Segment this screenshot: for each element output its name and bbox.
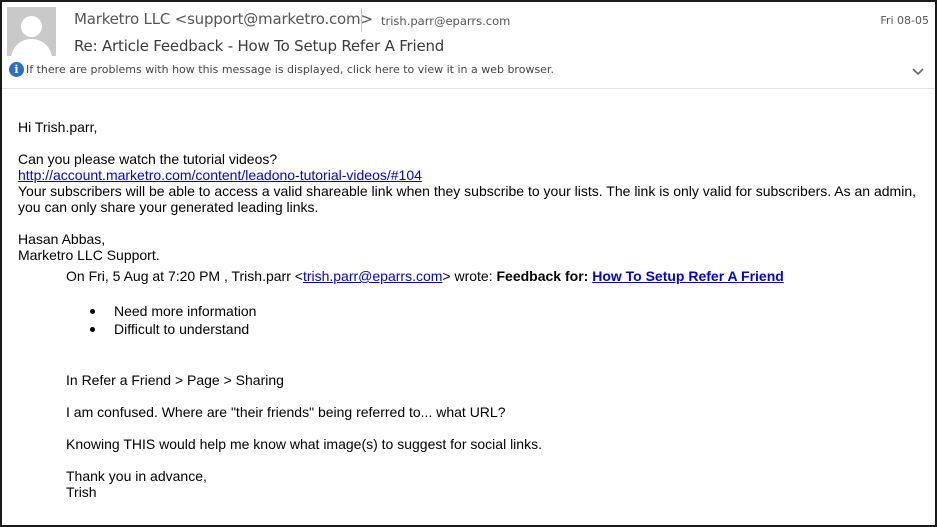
feedback-bullet-list: Need more information Difficult to under… — [66, 302, 916, 338]
avatar-head-shape — [21, 16, 42, 37]
location-text: In Refer a Friend > Page > Sharing — [66, 372, 284, 388]
list-item: Need more information — [66, 302, 916, 320]
confusion-text: I am confused. Where are "their friends"… — [66, 404, 506, 420]
question-line: Can you please watch the tutorial videos… — [18, 151, 278, 167]
signature-company: Marketro LLC Support. — [18, 247, 160, 263]
header-divider — [361, 8, 362, 32]
info-icon: i — [9, 62, 24, 77]
avatar-body-shape — [11, 39, 52, 56]
closing-name: Trish — [66, 484, 97, 500]
sender-avatar[interactable] — [7, 7, 56, 56]
info-bar[interactable]: If there are problems with how this mess… — [26, 63, 554, 76]
message-header: Marketro LLC <support@marketro.com> tris… — [2, 2, 935, 89]
explanation-text: Your subscribers will be able to access … — [18, 183, 916, 215]
greeting: Hi Trish.parr, — [18, 119, 98, 135]
feedback-article-link[interactable]: How To Setup Refer A Friend — [592, 268, 784, 284]
message-date: Fri 08-05 — [880, 14, 929, 27]
knowing-text: Knowing THIS would help me know what ima… — [66, 436, 542, 452]
quoted-message: On Fri, 5 Aug at 7:20 PM , Trish.parr <t… — [66, 268, 916, 500]
email-reading-pane: Marketro LLC <support@marketro.com> tris… — [0, 0, 937, 527]
chevron-down-icon[interactable] — [911, 65, 925, 79]
message-subject: Re: Article Feedback - How To Setup Refe… — [74, 37, 445, 55]
quote-email-link[interactable]: trish.parr@eparrs.com — [303, 268, 442, 284]
sender-name[interactable]: Marketro LLC <support@marketro.com> — [74, 10, 373, 28]
recipient[interactable]: trish.parr@eparrs.com — [381, 14, 510, 28]
list-item: Difficult to understand — [66, 320, 916, 338]
tutorial-link[interactable]: http://account.marketro.com/content/lead… — [18, 167, 422, 183]
signature-name: Hasan Abbas, — [18, 231, 106, 247]
feedback-label: Feedback for: — [496, 268, 589, 284]
message-body: Hi Trish.parr, Can you please watch the … — [18, 119, 918, 263]
thanks-text: Thank you in advance, — [66, 468, 207, 484]
quote-intro: On Fri, 5 Aug at 7:20 PM , Trish.parr <t… — [66, 268, 784, 284]
